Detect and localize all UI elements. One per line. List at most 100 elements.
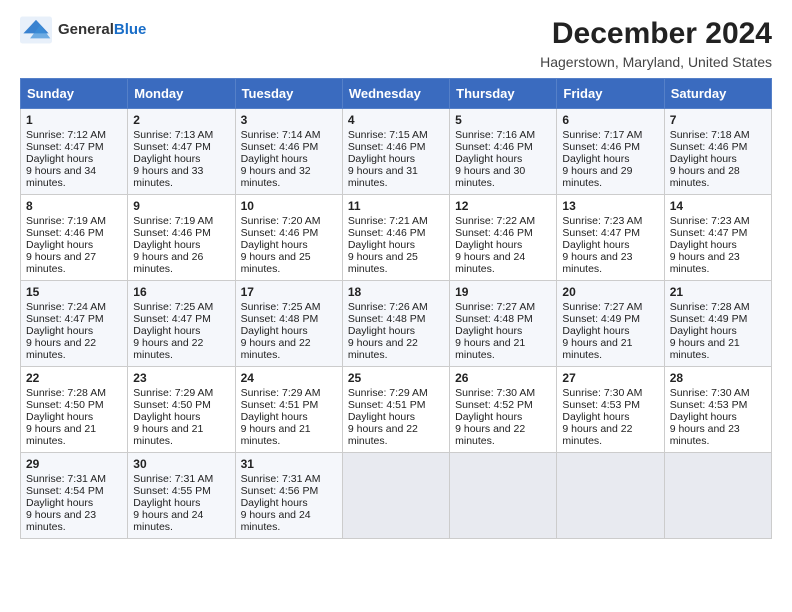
sunset-label: Sunset: 4:51 PM — [241, 399, 319, 411]
sunrise-label: Sunrise: 7:27 AM — [455, 301, 535, 313]
day-number: 10 — [241, 199, 337, 213]
day-number: 11 — [348, 199, 444, 213]
col-sunday: Sunday — [21, 79, 128, 109]
sunrise-label: Sunrise: 7:31 AM — [133, 473, 213, 485]
daylight-label: Daylight hours — [241, 325, 308, 337]
day-number: 9 — [133, 199, 229, 213]
daylight-value: 9 hours and 23 minutes. — [26, 509, 96, 533]
day-number: 5 — [455, 113, 551, 127]
table-row: 10 Sunrise: 7:20 AM Sunset: 4:46 PM Dayl… — [235, 195, 342, 281]
daylight-label: Daylight hours — [348, 239, 415, 251]
table-row: 15 Sunrise: 7:24 AM Sunset: 4:47 PM Dayl… — [21, 281, 128, 367]
table-row: 27 Sunrise: 7:30 AM Sunset: 4:53 PM Dayl… — [557, 367, 664, 453]
logo-icon — [20, 16, 52, 44]
header: GeneralBlue December 2024 Hagerstown, Ma… — [20, 16, 772, 70]
logo: GeneralBlue — [20, 16, 146, 44]
sunset-label: Sunset: 4:50 PM — [26, 399, 104, 411]
table-row: 1 Sunrise: 7:12 AM Sunset: 4:47 PM Dayli… — [21, 109, 128, 195]
day-number: 1 — [26, 113, 122, 127]
sunset-label: Sunset: 4:49 PM — [670, 313, 748, 325]
table-row: 2 Sunrise: 7:13 AM Sunset: 4:47 PM Dayli… — [128, 109, 235, 195]
day-number: 20 — [562, 285, 658, 299]
col-monday: Monday — [128, 79, 235, 109]
table-row: 23 Sunrise: 7:29 AM Sunset: 4:50 PM Dayl… — [128, 367, 235, 453]
table-row: 31 Sunrise: 7:31 AM Sunset: 4:56 PM Dayl… — [235, 453, 342, 539]
daylight-value: 9 hours and 22 minutes. — [455, 423, 525, 447]
day-number: 13 — [562, 199, 658, 213]
daylight-value: 9 hours and 30 minutes. — [455, 165, 525, 189]
daylight-value: 9 hours and 21 minutes. — [133, 423, 203, 447]
sunset-label: Sunset: 4:46 PM — [348, 227, 426, 239]
daylight-label: Daylight hours — [562, 411, 629, 423]
sunset-label: Sunset: 4:47 PM — [26, 313, 104, 325]
table-row: 13 Sunrise: 7:23 AM Sunset: 4:47 PM Dayl… — [557, 195, 664, 281]
daylight-value: 9 hours and 31 minutes. — [348, 165, 418, 189]
sunrise-label: Sunrise: 7:18 AM — [670, 129, 750, 141]
col-tuesday: Tuesday — [235, 79, 342, 109]
daylight-value: 9 hours and 22 minutes. — [26, 337, 96, 361]
daylight-value: 9 hours and 23 minutes. — [562, 251, 632, 275]
sunset-label: Sunset: 4:48 PM — [348, 313, 426, 325]
day-number: 28 — [670, 371, 766, 385]
sunrise-label: Sunrise: 7:13 AM — [133, 129, 213, 141]
sunset-label: Sunset: 4:53 PM — [670, 399, 748, 411]
daylight-value: 9 hours and 25 minutes. — [241, 251, 311, 275]
daylight-label: Daylight hours — [348, 153, 415, 165]
sunset-label: Sunset: 4:48 PM — [455, 313, 533, 325]
sunset-label: Sunset: 4:55 PM — [133, 485, 211, 497]
calendar-header-row: Sunday Monday Tuesday Wednesday Thursday… — [21, 79, 772, 109]
table-row: 30 Sunrise: 7:31 AM Sunset: 4:55 PM Dayl… — [128, 453, 235, 539]
day-number: 26 — [455, 371, 551, 385]
day-number: 31 — [241, 457, 337, 471]
day-number: 2 — [133, 113, 229, 127]
sunset-label: Sunset: 4:46 PM — [562, 141, 640, 153]
table-row: 16 Sunrise: 7:25 AM Sunset: 4:47 PM Dayl… — [128, 281, 235, 367]
sunset-label: Sunset: 4:46 PM — [241, 227, 319, 239]
daylight-value: 9 hours and 21 minutes. — [562, 337, 632, 361]
daylight-label: Daylight hours — [562, 325, 629, 337]
calendar-week-row: 8 Sunrise: 7:19 AM Sunset: 4:46 PM Dayli… — [21, 195, 772, 281]
daylight-value: 9 hours and 21 minutes. — [455, 337, 525, 361]
sunrise-label: Sunrise: 7:28 AM — [670, 301, 750, 313]
table-row — [450, 453, 557, 539]
daylight-label: Daylight hours — [133, 239, 200, 251]
daylight-label: Daylight hours — [241, 497, 308, 509]
sunrise-label: Sunrise: 7:26 AM — [348, 301, 428, 313]
day-number: 3 — [241, 113, 337, 127]
title-block: December 2024 Hagerstown, Maryland, Unit… — [540, 16, 772, 70]
daylight-label: Daylight hours — [241, 239, 308, 251]
day-number: 4 — [348, 113, 444, 127]
daylight-label: Daylight hours — [26, 153, 93, 165]
sunset-label: Sunset: 4:46 PM — [670, 141, 748, 153]
table-row: 22 Sunrise: 7:28 AM Sunset: 4:50 PM Dayl… — [21, 367, 128, 453]
sunset-label: Sunset: 4:53 PM — [562, 399, 640, 411]
table-row: 18 Sunrise: 7:26 AM Sunset: 4:48 PM Dayl… — [342, 281, 449, 367]
day-number: 6 — [562, 113, 658, 127]
table-row — [342, 453, 449, 539]
sunrise-label: Sunrise: 7:29 AM — [241, 387, 321, 399]
day-number: 7 — [670, 113, 766, 127]
sunrise-label: Sunrise: 7:14 AM — [241, 129, 321, 141]
day-number: 18 — [348, 285, 444, 299]
table-row: 19 Sunrise: 7:27 AM Sunset: 4:48 PM Dayl… — [450, 281, 557, 367]
day-number: 29 — [26, 457, 122, 471]
table-row: 6 Sunrise: 7:17 AM Sunset: 4:46 PM Dayli… — [557, 109, 664, 195]
sunrise-label: Sunrise: 7:23 AM — [670, 215, 750, 227]
daylight-label: Daylight hours — [562, 239, 629, 251]
calendar-week-row: 15 Sunrise: 7:24 AM Sunset: 4:47 PM Dayl… — [21, 281, 772, 367]
daylight-value: 9 hours and 34 minutes. — [26, 165, 96, 189]
page: GeneralBlue December 2024 Hagerstown, Ma… — [0, 0, 792, 612]
daylight-value: 9 hours and 25 minutes. — [348, 251, 418, 275]
sunrise-label: Sunrise: 7:16 AM — [455, 129, 535, 141]
daylight-value: 9 hours and 23 minutes. — [670, 423, 740, 447]
table-row: 7 Sunrise: 7:18 AM Sunset: 4:46 PM Dayli… — [664, 109, 771, 195]
day-number: 16 — [133, 285, 229, 299]
sunset-label: Sunset: 4:47 PM — [670, 227, 748, 239]
daylight-value: 9 hours and 21 minutes. — [241, 423, 311, 447]
sunrise-label: Sunrise: 7:31 AM — [241, 473, 321, 485]
daylight-value: 9 hours and 24 minutes. — [455, 251, 525, 275]
col-saturday: Saturday — [664, 79, 771, 109]
day-number: 23 — [133, 371, 229, 385]
sunset-label: Sunset: 4:46 PM — [348, 141, 426, 153]
sunset-label: Sunset: 4:47 PM — [133, 313, 211, 325]
